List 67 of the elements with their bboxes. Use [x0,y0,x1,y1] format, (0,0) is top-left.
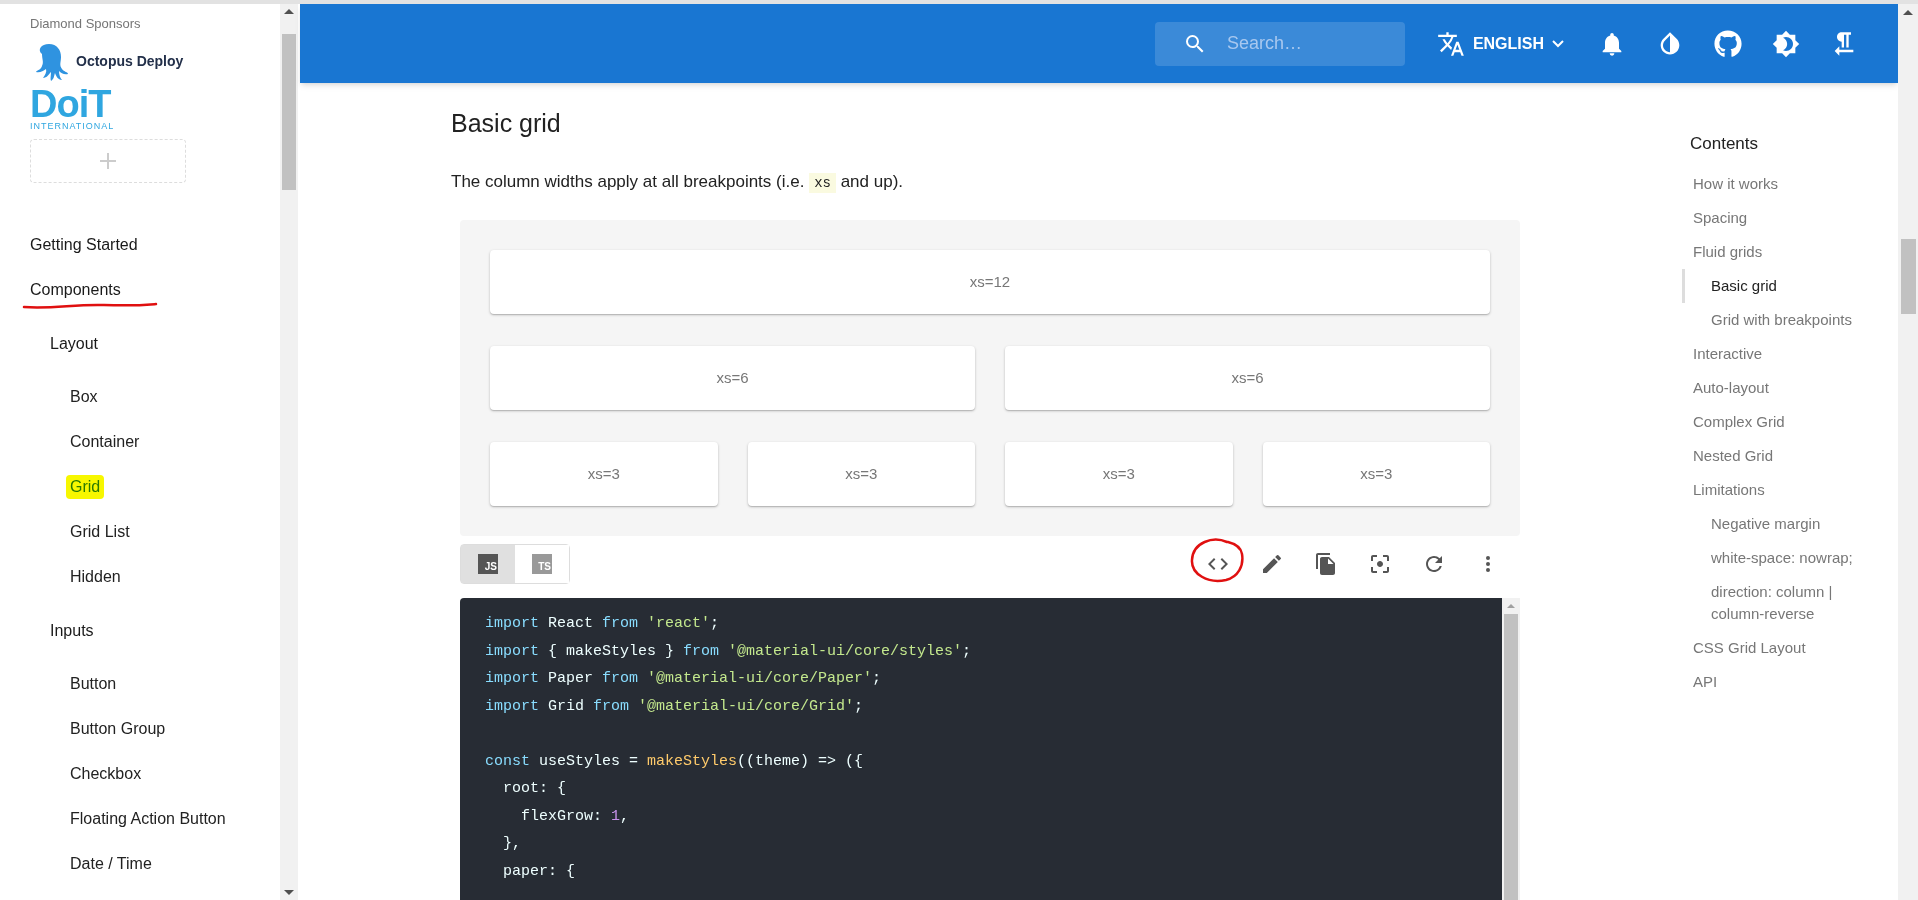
nav-item[interactable]: Container [70,430,140,454]
language-tab[interactable]: JS [461,545,515,583]
nav-item[interactable]: Button [70,672,117,696]
nav-item[interactable]: Grid [66,475,105,499]
theme-icon[interactable] [1772,29,1800,58]
plus-icon [99,151,117,170]
nav-item[interactable]: Checkbox [70,762,142,786]
toc-title: Contents [1690,133,1760,155]
nav-item[interactable]: Hidden [70,565,121,589]
toc-link[interactable]: Negative margin [1682,506,1882,541]
nav-group[interactable]: Inputs [50,599,280,662]
toc-link[interactable]: Nested Grid [1682,438,1882,473]
intro-text: The column widths apply at all breakpoints (i.e. xs and up). [451,170,905,194]
nav-item[interactable]: Date / Time [70,852,152,876]
toc-link[interactable]: API [1682,664,1882,699]
edit-icon [1260,552,1284,576]
scrollbar-thumb[interactable] [1504,614,1518,900]
toc-link[interactable]: direction: column | column-reverse [1682,574,1882,631]
code-text: import React from 'react'; import { makeStyles } from '@material-ui/core/styles'; import Paper from '@material-ui/core/Paper'; import Grid from '@material-ui/core/Grid'; const useStyles = makeStyles((theme) => ({ root: { flexGrow: 1, }, paper: { [485,614,973,882]
nav-item[interactable]: Grid List [70,520,130,544]
scroll-up-icon [1507,604,1515,608]
sponsor-name[interactable]: Octopus Deploy [76,51,184,72]
caret-icon [1552,39,1564,48]
sponsor-logo-text[interactable]: DoiT [30,85,111,122]
toc-link[interactable]: Spacing [1682,200,1882,235]
grid-paper: xs=6 [1005,346,1490,410]
toc-link[interactable]: Complex Grid [1682,404,1882,439]
grid-paper: xs=3 [1262,442,1490,506]
page-scrollbar[interactable] [1898,4,1918,900]
toc-link[interactable]: Interactive [1682,336,1882,371]
toc-link[interactable]: Grid with breakpoints [1682,302,1882,337]
grid-paper: xs=3 [1005,442,1233,506]
nav-section[interactable]: Getting Started [30,233,138,257]
code-scrollbar[interactable] [1502,598,1520,900]
screenshot-icon [1368,552,1392,576]
nav-item[interactable]: Box [70,385,98,409]
toc-link[interactable]: How it works [1682,166,1882,201]
sidebar-scrollbar[interactable] [280,4,298,900]
search-input[interactable]: Search… [1226,30,1367,57]
scrollbar-thumb[interactable] [282,34,296,190]
scroll-down-icon [284,890,294,895]
scroll-up-icon [1903,10,1913,15]
grid-paper: xs=12 [490,250,1490,314]
grid-paper: xs=3 [747,442,975,506]
sponsors-heading: Diamond Sponsors [30,15,142,33]
search-field[interactable]: Search… [1154,21,1405,66]
sponsor-logo-subtitle: INTERNATIONAL [30,121,115,131]
language-button[interactable]: ENGLISH [1436,29,1564,58]
scrollbar-thumb[interactable] [1900,239,1916,314]
scroll-up-icon [284,9,294,14]
github-icon[interactable] [1714,29,1742,58]
toc-link[interactable]: white-space: nowrap; [1682,540,1882,575]
nav-item[interactable]: Button Group [70,717,166,741]
translate-icon [1436,29,1465,58]
more-icon [1486,556,1490,572]
nav-group[interactable]: Layout [50,312,280,375]
grid-paper: xs=6 [490,346,975,410]
nav-item[interactable]: Floating Action Button [70,807,226,831]
section-title: Basic grid [451,108,562,139]
grid-paper: xs=3 [490,442,718,506]
toc-link[interactable]: CSS Grid Layout [1682,630,1882,665]
copy-icon [1314,552,1338,576]
toc-link[interactable]: Fluid grids [1682,234,1882,269]
nav-section[interactable]: Components [30,278,121,302]
toc-link[interactable]: Basic grid [1682,268,1882,303]
toc-link[interactable]: Limitations [1682,472,1882,507]
toc-link[interactable]: Auto-layout [1682,370,1882,405]
